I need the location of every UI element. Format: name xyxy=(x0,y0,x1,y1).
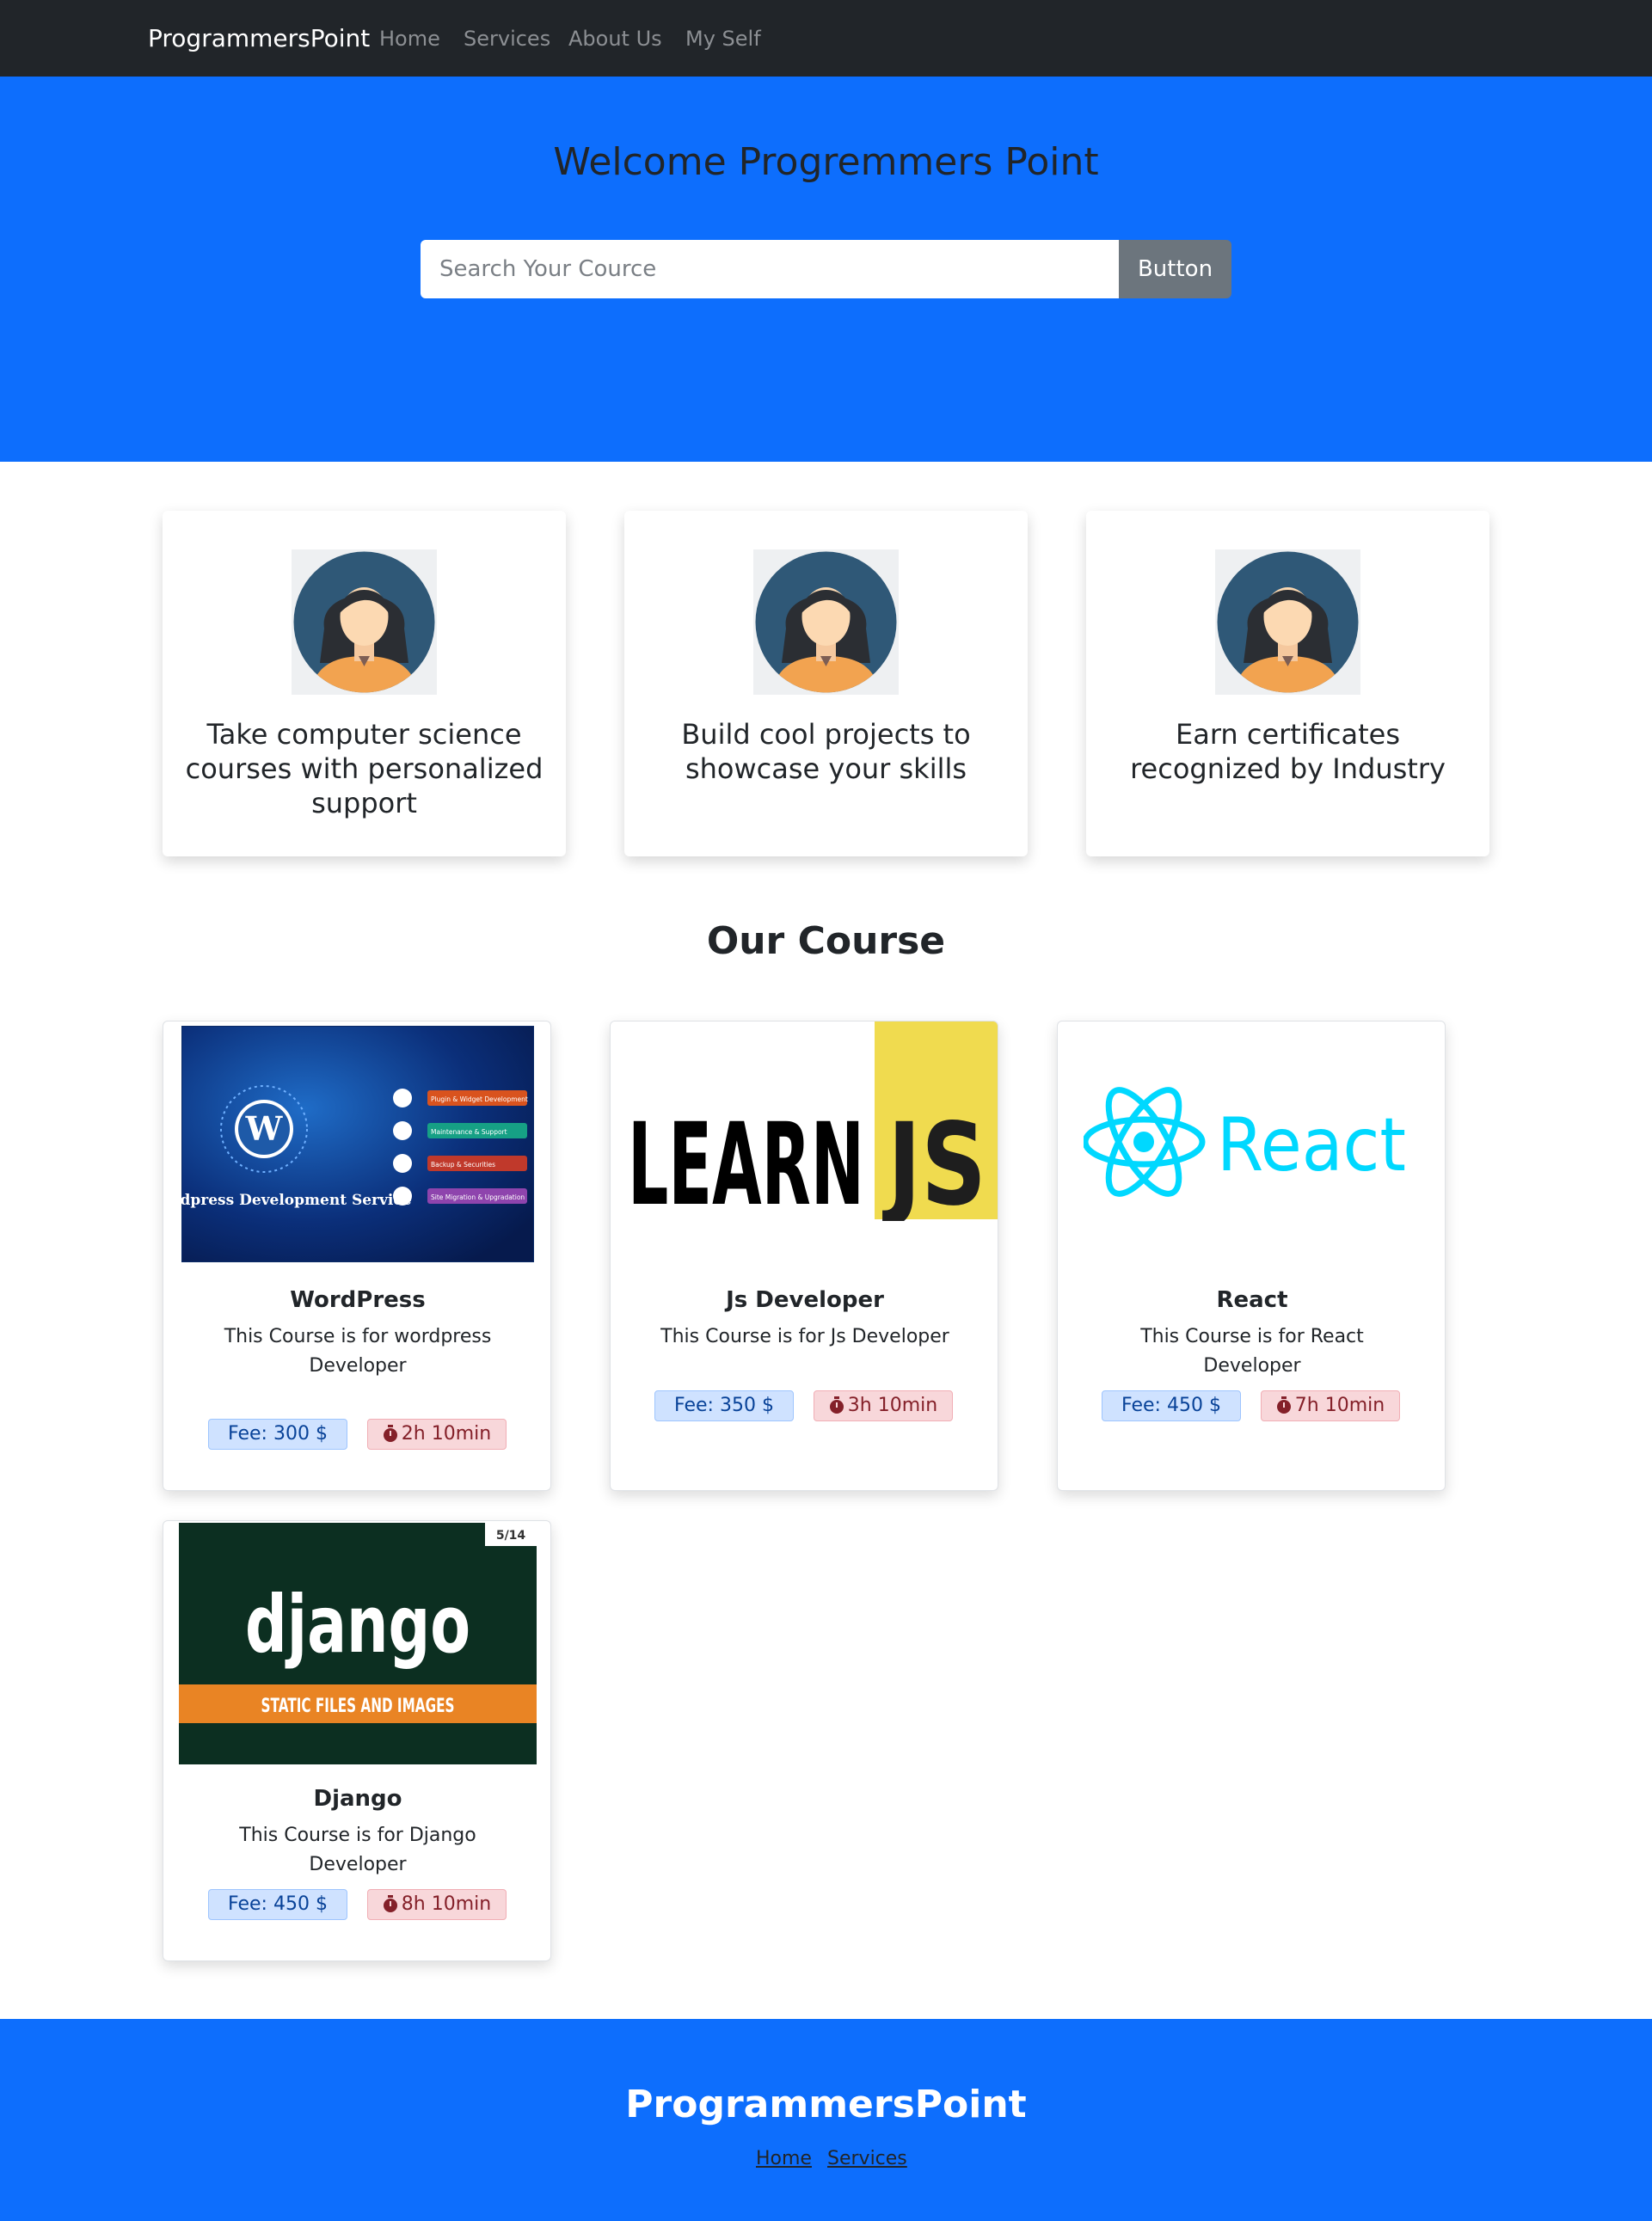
django-logo-text: django xyxy=(245,1579,470,1671)
course-description: This Course is for Js Developer xyxy=(660,1326,949,1347)
react-word: React xyxy=(1217,1102,1406,1188)
react-atom-icon xyxy=(1084,1087,1206,1197)
search-group: Button xyxy=(421,240,1231,298)
footer: ProgrammersPoint Home Services xyxy=(0,2019,1652,2221)
footer-link-home[interactable]: Home xyxy=(756,2146,812,2172)
react-course-image: React xyxy=(1084,1087,1406,1197)
feature-card: Earn certificates recognized by Industry xyxy=(1086,511,1489,856)
footer-brand: ProgrammersPoint xyxy=(625,2083,1027,2126)
course-title: WordPress xyxy=(290,1287,426,1313)
hero-title: Welcome Progremmers Point xyxy=(553,140,1099,184)
stopwatch-icon xyxy=(383,1425,397,1442)
duration-text: 8h 10min xyxy=(401,1893,492,1915)
hero-section: Welcome Progremmers Point Button xyxy=(0,77,1652,462)
feature-text: Earn certificates recognized by Industry xyxy=(1130,718,1446,785)
course-description: This Course is for React Developer xyxy=(1140,1326,1364,1377)
course-description: This Course is for wordpress Developer xyxy=(224,1326,492,1377)
wordpress-service-item: Maintenance & Support xyxy=(431,1128,507,1136)
fee-badge: Fee: 350 $ xyxy=(654,1390,794,1421)
course-title: React xyxy=(1216,1287,1288,1313)
course-title: Js Developer xyxy=(726,1287,884,1313)
feature-card: Build cool projects to showcase your ski… xyxy=(624,511,1028,856)
nav-link-home[interactable]: Home xyxy=(379,24,440,53)
woman-avatar-icon xyxy=(753,549,899,695)
course-description: This Course is for Django Developer xyxy=(239,1825,476,1875)
duration-badge: 7h 10min xyxy=(1261,1390,1400,1421)
wordpress-image-heading: Wordpress Development Service xyxy=(181,1192,412,1209)
wordpress-service-item: Plugin & Widget Development xyxy=(431,1095,528,1103)
feature-card: Take computer science courses with perso… xyxy=(163,511,566,856)
wordpress-course-image: W Wordpress Development Service Plugin &… xyxy=(181,1026,534,1262)
stopwatch-icon xyxy=(829,1396,844,1414)
django-course-image: 5/14 django STATIC FILES AND IMAGES xyxy=(179,1523,537,1764)
wordpress-logo-letter: W xyxy=(245,1109,284,1148)
section-title: Our Course xyxy=(706,919,946,963)
javascript-course-image: LEARN JS xyxy=(611,1022,998,1221)
navbar: ProgrammersPoint Home Services About Us … xyxy=(0,0,1652,77)
duration-badge: 2h 10min xyxy=(367,1419,507,1450)
woman-avatar-icon xyxy=(292,549,437,695)
wordpress-service-item: Backup & Securities xyxy=(431,1161,495,1169)
wordpress-service-item: Site Migration & Upgradation xyxy=(431,1193,525,1201)
search-input[interactable] xyxy=(421,240,1119,298)
duration-badge: 3h 10min xyxy=(814,1390,953,1421)
feature-text: Take computer science courses with perso… xyxy=(185,718,544,819)
course-title: Django xyxy=(313,1786,402,1812)
stopwatch-icon xyxy=(1276,1396,1291,1414)
duration-text: 2h 10min xyxy=(401,1423,492,1445)
fee-badge: Fee: 450 $ xyxy=(208,1889,347,1920)
learn-text: LEARN xyxy=(628,1099,864,1221)
js-badge-text: JS xyxy=(882,1099,986,1221)
slide-counter: 5/14 xyxy=(496,1529,526,1543)
fee-badge: Fee: 450 $ xyxy=(1102,1390,1241,1421)
duration-text: 3h 10min xyxy=(847,1395,938,1416)
footer-link-services[interactable]: Services xyxy=(827,2146,907,2172)
course-card: 5/14 django STATIC FILES AND IMAGES Djan… xyxy=(163,1520,551,1961)
course-card: LEARN JS Js Developer This Course is for… xyxy=(610,1021,998,1491)
course-card: W Wordpress Development Service Plugin &… xyxy=(163,1021,551,1491)
search-button[interactable]: Button xyxy=(1119,240,1231,298)
navbar-brand[interactable]: ProgrammersPoint xyxy=(148,22,370,55)
woman-avatar-icon xyxy=(1215,549,1360,695)
nav-link-services[interactable]: Services xyxy=(464,24,550,53)
course-card: React React This Course is for React Dev… xyxy=(1057,1021,1446,1491)
stopwatch-icon xyxy=(383,1895,397,1912)
duration-text: 7h 10min xyxy=(1294,1395,1385,1416)
feature-text: Build cool projects to showcase your ski… xyxy=(681,718,971,785)
nav-link-about-us[interactable]: About Us xyxy=(568,24,662,53)
django-banner-text: STATIC FILES AND IMAGES xyxy=(261,1696,455,1717)
fee-badge: Fee: 300 $ xyxy=(208,1419,347,1450)
nav-link-my-self[interactable]: My Self xyxy=(685,24,761,53)
duration-badge: 8h 10min xyxy=(367,1889,507,1920)
